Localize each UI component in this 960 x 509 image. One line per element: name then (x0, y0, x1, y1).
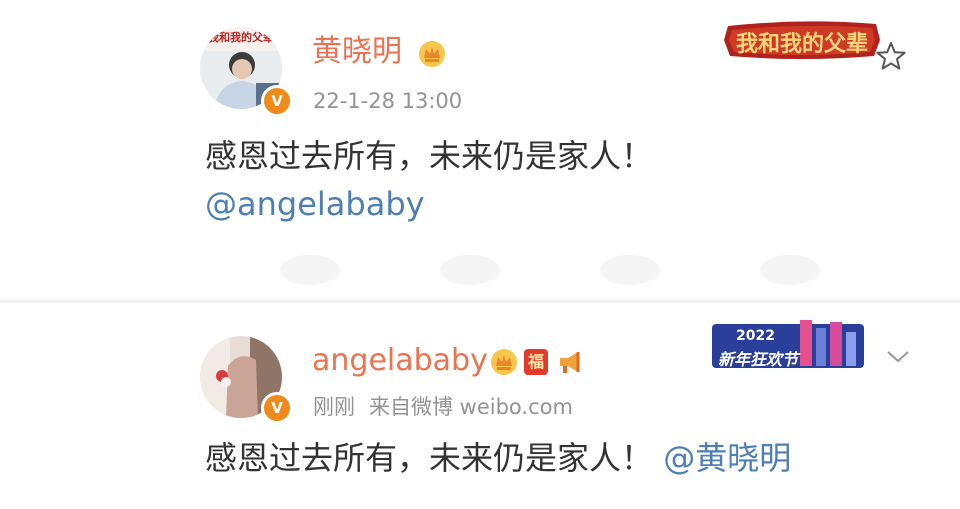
weibo-post-huangxiaoming: 我和我的父辈 V 黄晓明 22-1-28 13:00 感恩过去所有，未来仍是家人… (0, 0, 960, 300)
post-text: 感恩过去所有，未来仍是家人！ @黄晓明 (205, 438, 791, 478)
action-placeholder (440, 255, 500, 285)
banner-title: 我和我的父辈 (735, 31, 868, 57)
campaign-banner[interactable]: 2022 新年狂欢节 (712, 320, 864, 372)
post-time[interactable]: 刚刚 (313, 395, 355, 419)
banner-title: 新年狂欢节 (718, 350, 799, 369)
crown-icon (491, 349, 517, 375)
weibo-post-angelababy: V angelababy 福 刚刚 来自微博 weibo.com 感恩过去所有，未… (0, 303, 960, 509)
action-placeholder (760, 255, 820, 285)
verified-icon: V (261, 85, 293, 117)
mention-link[interactable]: @angelababy (205, 184, 425, 224)
campaign-banner[interactable]: 我和我的父辈 (722, 18, 882, 62)
mention-link[interactable]: @黄晓明 (663, 439, 791, 477)
post-source[interactable]: 来自微博 weibo.com (369, 395, 573, 419)
post-meta: 刚刚 来自微博 weibo.com (313, 394, 587, 420)
crown-icon (419, 41, 445, 67)
megaphone-icon (560, 352, 580, 373)
action-placeholder (600, 255, 660, 285)
post-timestamp[interactable]: 22-1-28 13:00 (313, 88, 462, 114)
author-name[interactable]: 黄晓明 (312, 34, 402, 70)
banner-year: 2022 (736, 328, 775, 344)
star-icon[interactable] (875, 40, 907, 72)
chevron-down-icon[interactable] (884, 346, 912, 366)
action-placeholder (280, 255, 340, 285)
avatar-title: 我和我的父辈 (208, 31, 274, 44)
author-name[interactable]: angelababy (312, 343, 488, 379)
post-text: 感恩过去所有，未来仍是家人！ (205, 137, 654, 175)
fu-badge-icon: 福 (524, 349, 548, 375)
verified-icon: V (261, 392, 293, 424)
post-text-body: 感恩过去所有，未来仍是家人！ (205, 439, 654, 477)
